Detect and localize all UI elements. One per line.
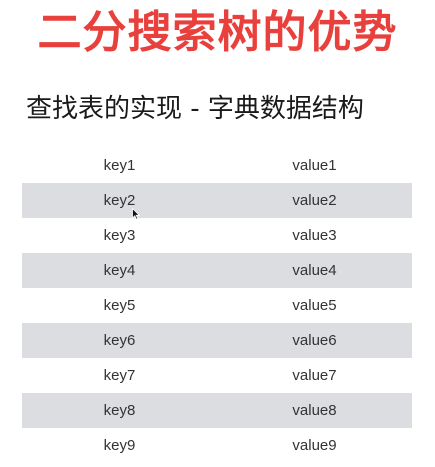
key-value-table: key1 value1 key2 value2 key3 value3 key4…: [22, 148, 412, 463]
value-cell: value7: [292, 367, 337, 384]
table-row: key7 value7: [22, 358, 412, 393]
table-row: key5 value5: [22, 288, 412, 323]
mouse-pointer-icon: [132, 208, 140, 220]
key-cell: key2: [22, 183, 217, 218]
key-cell: key9: [103, 437, 136, 454]
value-cell: value6: [217, 323, 412, 358]
key-cell: key6: [22, 323, 217, 358]
table-row: key1 value1: [22, 148, 412, 183]
value-cell: value9: [292, 437, 337, 454]
key-cell: key4: [22, 253, 217, 288]
slide-subtitle: 查找表的实现 - 字典数据结构: [26, 94, 364, 124]
slide-title: 二分搜索树的优势: [37, 7, 398, 58]
table-row: key2 value2: [22, 183, 412, 218]
value-cell: value2: [217, 183, 412, 218]
table-row: key9 value9: [22, 428, 412, 463]
table-row: key4 value4: [22, 253, 412, 288]
value-cell: value4: [217, 253, 412, 288]
key-cell: key7: [103, 367, 136, 384]
value-cell: value3: [292, 227, 337, 244]
table-row: key3 value3: [22, 218, 412, 253]
value-cell: value8: [217, 393, 412, 428]
table-row: key6 value6: [22, 323, 412, 358]
key-cell: key3: [103, 227, 136, 244]
value-cell: value1: [292, 157, 337, 174]
key-cell: key5: [103, 297, 136, 314]
table-row: key8 value8: [22, 393, 412, 428]
value-cell: value5: [292, 297, 337, 314]
key-cell: key1: [103, 157, 136, 174]
key-cell: key8: [22, 393, 217, 428]
